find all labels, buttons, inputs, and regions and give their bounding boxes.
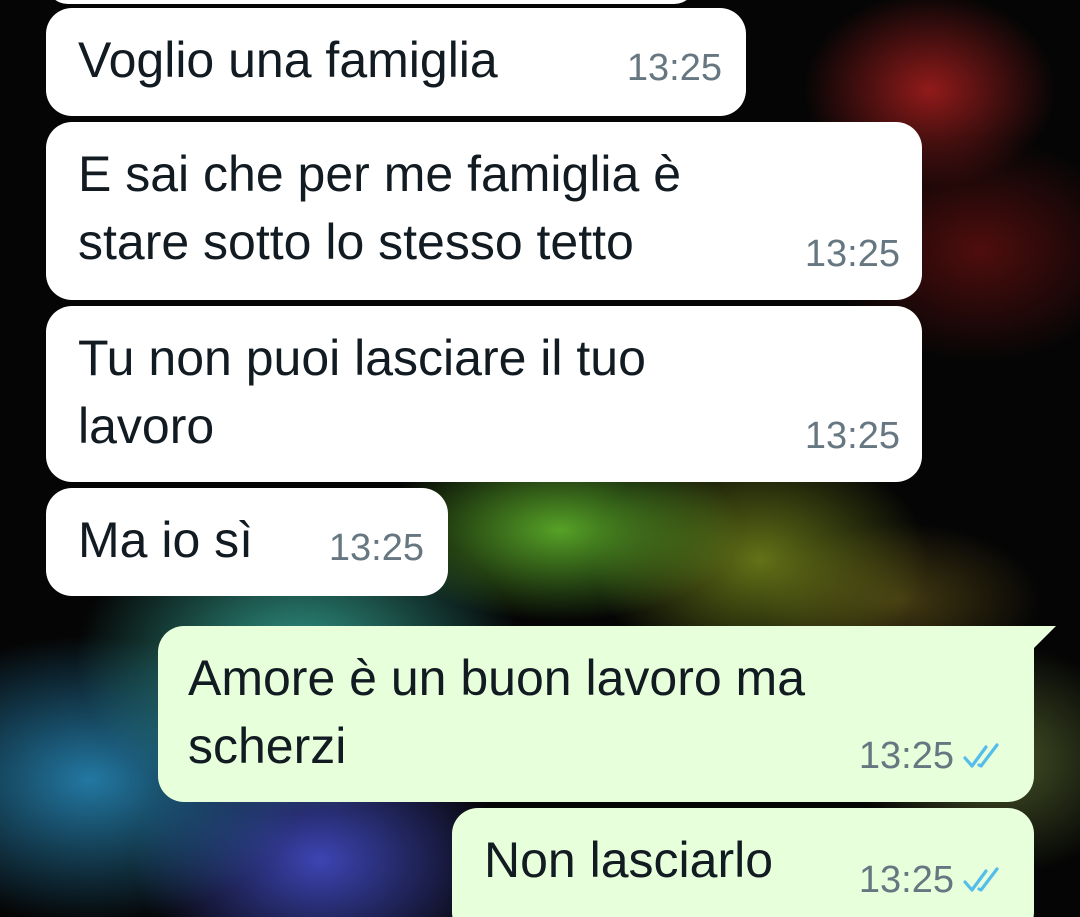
double-check-icon bbox=[963, 867, 999, 892]
message-time: 13:25 bbox=[804, 233, 900, 275]
message-meta: 13:25 bbox=[627, 34, 722, 102]
message-meta: 13:25 bbox=[329, 514, 424, 582]
message-time: 13:25 bbox=[804, 415, 900, 457]
bubble-tail bbox=[1034, 626, 1056, 648]
message-meta: 13:25 bbox=[805, 220, 900, 288]
double-check-icon bbox=[963, 743, 999, 768]
message-bubble-outgoing[interactable]: Amore è un buon lavoro ma scherzi 13:25 bbox=[158, 626, 1034, 802]
message-meta: 13:25 bbox=[805, 402, 900, 470]
message-time: 13:25 bbox=[626, 47, 722, 89]
message-text: E sai che per me famiglia è stare sotto … bbox=[78, 146, 682, 270]
message-time: 13:25 bbox=[328, 527, 424, 569]
message-meta: 13:25 bbox=[859, 846, 1008, 914]
message-bubble-incoming[interactable]: Tu non puoi lasciare il tuo lavoro 13:25 bbox=[46, 306, 922, 482]
message-bubble-outgoing[interactable]: Non lasciarlo 13:25 bbox=[452, 808, 1034, 917]
message-bubble-incoming[interactable]: Ma io sì 13:25 bbox=[46, 488, 448, 596]
message-time: 13:25 bbox=[858, 859, 954, 901]
message-bubble-incoming[interactable]: Voglio una famiglia 13:25 bbox=[46, 8, 746, 116]
message-text: Tu non puoi lasciare il tuo lavoro bbox=[78, 330, 646, 454]
message-meta: 13:25 bbox=[859, 722, 1008, 790]
message-bubble-incoming[interactable]: E sai che per me famiglia è stare sotto … bbox=[46, 122, 922, 300]
previous-message-edge bbox=[46, 0, 696, 4]
message-time: 13:25 bbox=[858, 735, 954, 777]
message-text: Voglio una famiglia bbox=[78, 32, 498, 88]
